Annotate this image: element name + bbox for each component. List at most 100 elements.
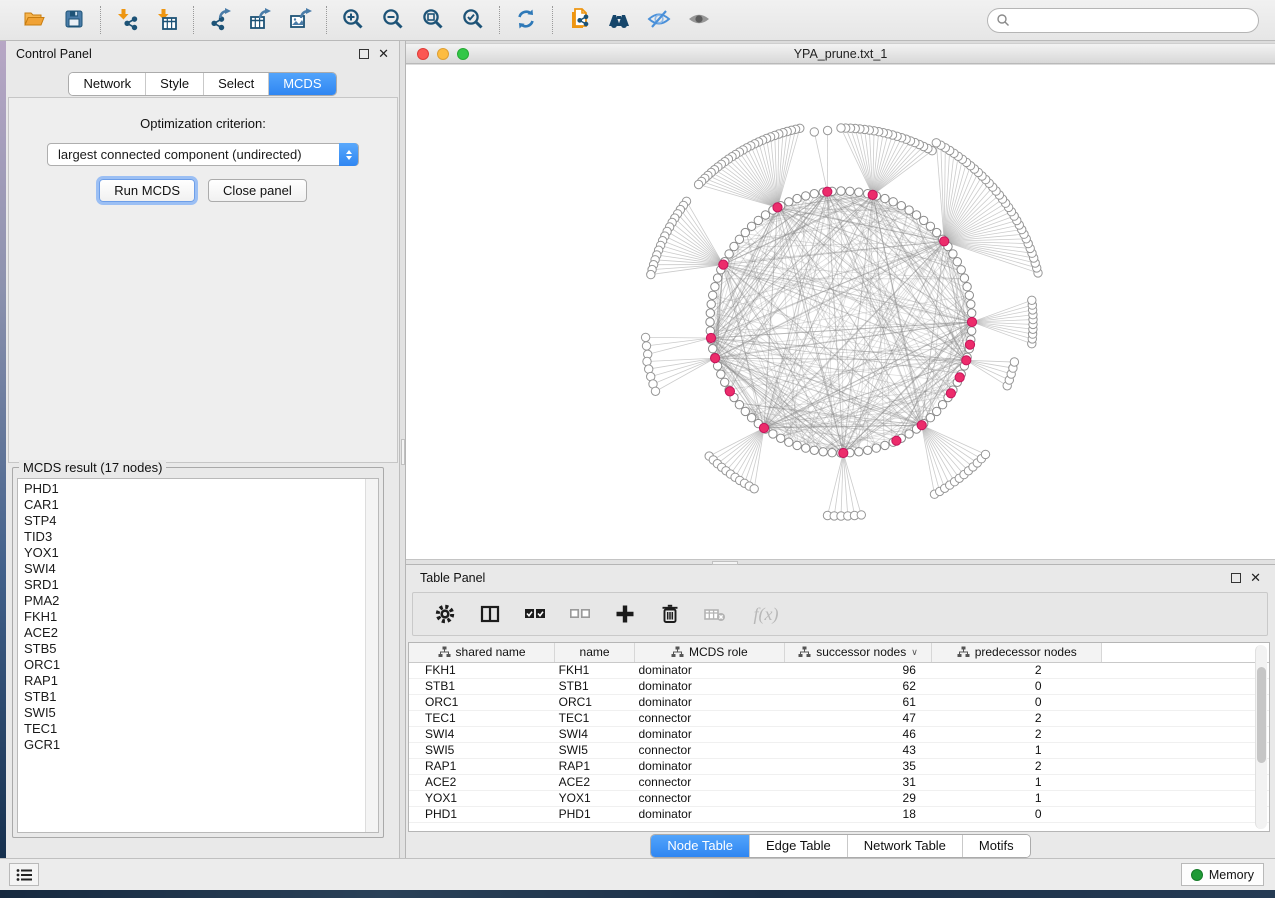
column-header-name[interactable]: name xyxy=(555,643,635,662)
zoom-out-button[interactable] xyxy=(380,7,406,33)
mcds-result-item[interactable]: ORC1 xyxy=(24,657,365,673)
cell-shared-name[interactable]: ORC1 xyxy=(409,694,555,710)
delete-row-button[interactable] xyxy=(658,602,682,626)
column-header-predecessor-nodes[interactable]: predecessor nodes xyxy=(932,643,1102,662)
table-scrollbar[interactable] xyxy=(1255,645,1267,829)
close-panel-icon[interactable]: ✕ xyxy=(1250,573,1261,583)
cell-successor-nodes[interactable]: 29 xyxy=(784,790,932,806)
cell-successor-nodes[interactable]: 61 xyxy=(784,694,932,710)
cell-MCDS-role[interactable]: dominator xyxy=(634,678,784,694)
table-row[interactable]: SWI5SWI5connector431 xyxy=(409,742,1269,758)
table-row[interactable]: ACE2ACE2connector311 xyxy=(409,774,1269,790)
cell-predecessor-nodes[interactable]: 1 xyxy=(932,774,1102,790)
add-row-button[interactable] xyxy=(613,602,637,626)
column-header-shared-name[interactable]: shared name xyxy=(409,643,555,662)
tab-select[interactable]: Select xyxy=(203,73,268,95)
scrollbar-thumb[interactable] xyxy=(1257,667,1266,763)
mcds-result-item[interactable]: ACE2 xyxy=(24,625,365,641)
cell-predecessor-nodes[interactable]: 0 xyxy=(932,694,1102,710)
cell-predecessor-nodes[interactable]: 0 xyxy=(932,678,1102,694)
export-network-button[interactable] xyxy=(207,7,233,33)
mcds-result-item[interactable]: YOX1 xyxy=(24,545,365,561)
cell-successor-nodes[interactable]: 35 xyxy=(784,758,932,774)
cell-MCDS-role[interactable]: connector xyxy=(634,710,784,726)
cell-shared-name[interactable]: YOX1 xyxy=(409,790,555,806)
table-row[interactable]: YOX1YOX1connector291 xyxy=(409,790,1269,806)
memory-button[interactable]: Memory xyxy=(1181,863,1264,886)
first-neighbors-button[interactable] xyxy=(606,7,632,33)
mcds-result-item[interactable]: STB1 xyxy=(24,689,365,705)
cell-MCDS-role[interactable]: dominator xyxy=(634,694,784,710)
table-row[interactable]: PHD1PHD1dominator180 xyxy=(409,806,1269,822)
splitter-handle[interactable] xyxy=(712,561,738,565)
cell-MCDS-role[interactable]: dominator xyxy=(634,726,784,742)
cell-name[interactable]: STB1 xyxy=(555,678,635,694)
cell-successor-nodes[interactable]: 62 xyxy=(784,678,932,694)
table-row[interactable]: STB1STB1dominator620 xyxy=(409,678,1269,694)
close-panel-icon[interactable]: ✕ xyxy=(378,49,389,59)
cell-predecessor-nodes[interactable]: 2 xyxy=(932,726,1102,742)
cell-successor-nodes[interactable]: 47 xyxy=(784,710,932,726)
mcds-result-item[interactable]: SRD1 xyxy=(24,577,365,593)
export-image-button[interactable] xyxy=(287,7,313,33)
run-mcds-button[interactable]: Run MCDS xyxy=(99,179,195,202)
task-history-button[interactable] xyxy=(9,863,39,886)
tab-style[interactable]: Style xyxy=(145,73,203,95)
cell-name[interactable]: YOX1 xyxy=(555,790,635,806)
splitter-handle[interactable] xyxy=(401,439,405,465)
cell-shared-name[interactable]: ACE2 xyxy=(409,774,555,790)
select-all-button[interactable] xyxy=(523,602,547,626)
mcds-result-item[interactable]: FKH1 xyxy=(24,609,365,625)
mcds-result-item[interactable]: TEC1 xyxy=(24,721,365,737)
open-button[interactable] xyxy=(21,7,47,33)
network-canvas[interactable] xyxy=(406,65,1275,559)
zoom-selected-button[interactable] xyxy=(460,7,486,33)
zoom-fit-button[interactable] xyxy=(420,7,446,33)
cell-name[interactable]: PHD1 xyxy=(555,806,635,822)
mcds-result-item[interactable]: STP4 xyxy=(24,513,365,529)
search-field[interactable] xyxy=(987,8,1259,33)
table-row[interactable]: TEC1TEC1connector472 xyxy=(409,710,1269,726)
cell-predecessor-nodes[interactable]: 2 xyxy=(932,758,1102,774)
cell-predecessor-nodes[interactable]: 1 xyxy=(932,790,1102,806)
search-input[interactable] xyxy=(1014,10,1258,30)
cell-shared-name[interactable]: FKH1 xyxy=(409,662,555,678)
export-table-button[interactable] xyxy=(247,7,273,33)
table-row[interactable]: RAP1RAP1dominator352 xyxy=(409,758,1269,774)
cell-name[interactable]: SWI4 xyxy=(555,726,635,742)
criterion-dropdown[interactable]: largest connected component (undirected) xyxy=(47,143,359,166)
cell-name[interactable]: SWI5 xyxy=(555,742,635,758)
column-header-successor-nodes[interactable]: successor nodes∨ xyxy=(784,643,932,662)
cell-predecessor-nodes[interactable]: 1 xyxy=(932,742,1102,758)
import-table-button[interactable] xyxy=(154,7,180,33)
cell-name[interactable]: ORC1 xyxy=(555,694,635,710)
cell-name[interactable]: RAP1 xyxy=(555,758,635,774)
import-network-button[interactable] xyxy=(114,7,140,33)
mcds-result-item[interactable]: SWI5 xyxy=(24,705,365,721)
cell-shared-name[interactable]: SWI5 xyxy=(409,742,555,758)
refresh-button[interactable] xyxy=(513,7,539,33)
cell-successor-nodes[interactable]: 46 xyxy=(784,726,932,742)
cell-name[interactable]: TEC1 xyxy=(555,710,635,726)
cell-name[interactable]: ACE2 xyxy=(555,774,635,790)
mcds-result-item[interactable]: RAP1 xyxy=(24,673,365,689)
new-network-from-selection-button[interactable] xyxy=(566,7,592,33)
deselect-all-button[interactable] xyxy=(568,602,592,626)
mcds-result-item[interactable]: PHD1 xyxy=(24,481,365,497)
mcds-result-item[interactable]: GCR1 xyxy=(24,737,365,753)
cell-MCDS-role[interactable]: dominator xyxy=(634,662,784,678)
table-row[interactable]: SWI4SWI4dominator462 xyxy=(409,726,1269,742)
cell-successor-nodes[interactable]: 96 xyxy=(784,662,932,678)
show-all-button[interactable] xyxy=(686,7,712,33)
float-panel-icon[interactable] xyxy=(1231,573,1241,583)
mcds-result-item[interactable]: PMA2 xyxy=(24,593,365,609)
tab-mcds[interactable]: MCDS xyxy=(268,73,335,95)
network-graph[interactable] xyxy=(406,65,1275,559)
cell-shared-name[interactable]: SWI4 xyxy=(409,726,555,742)
tab-motifs[interactable]: Motifs xyxy=(962,835,1030,857)
hide-selected-button[interactable] xyxy=(646,7,672,33)
cell-shared-name[interactable]: RAP1 xyxy=(409,758,555,774)
table-row[interactable]: FKH1FKH1dominator962 xyxy=(409,662,1269,678)
mcds-list-scrollbar[interactable] xyxy=(365,479,378,832)
cell-predecessor-nodes[interactable]: 2 xyxy=(932,710,1102,726)
